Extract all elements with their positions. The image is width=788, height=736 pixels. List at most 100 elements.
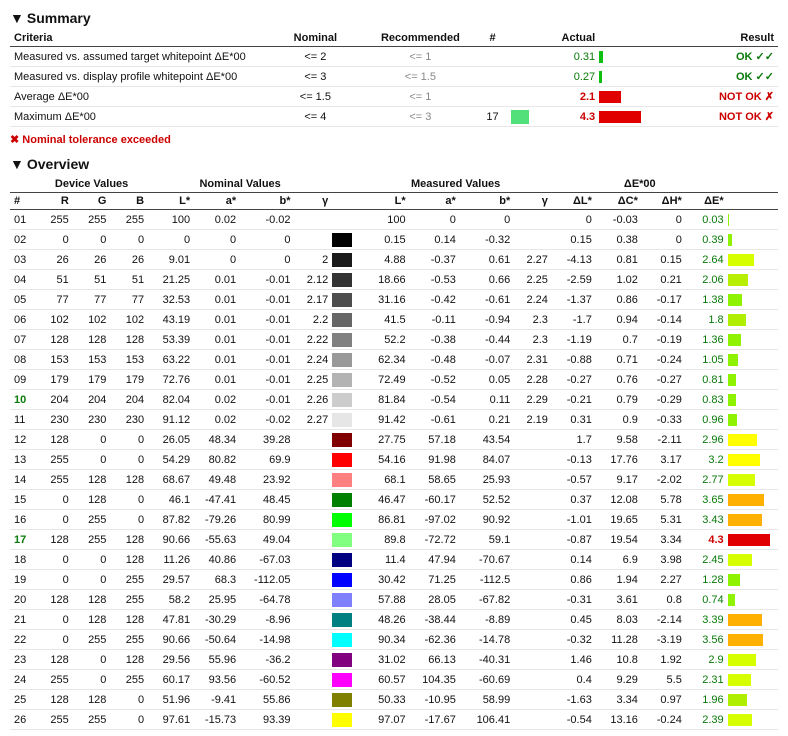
criteria-cell: Measured vs. assumed target whitepoint Δ… xyxy=(10,47,264,67)
cell-B: 128 xyxy=(110,470,148,490)
cell-R: 128 xyxy=(35,590,73,610)
overview-row: 012552552551000.02-0.02100000-0.0300.03 xyxy=(10,210,778,230)
cell-G: 128 xyxy=(73,690,111,710)
ov-col-8 xyxy=(332,193,359,210)
cell-dH: -0.27 xyxy=(642,370,686,390)
cell-na: 0.01 xyxy=(194,370,240,390)
cell-G: 255 xyxy=(73,710,111,730)
de-bar xyxy=(728,670,778,690)
cell-nL: 29.56 xyxy=(148,650,194,670)
cell-dC: 10.8 xyxy=(596,650,642,670)
cell-R: 0 xyxy=(35,550,73,570)
overview-row: 0451515121.250.01-0.012.1218.66-0.530.66… xyxy=(10,270,778,290)
summary-table: Criteria Nominal Recommended # Actual Re… xyxy=(10,30,778,127)
row-index: 21 xyxy=(10,610,35,630)
ov-col-6: b* xyxy=(240,193,294,210)
de-bar xyxy=(728,430,778,450)
cell-ng xyxy=(295,630,333,650)
cell-G: 0 xyxy=(73,650,111,670)
overview-heading[interactable]: ▼Overview xyxy=(10,156,778,172)
cell-dH: -0.17 xyxy=(642,290,686,310)
cell-dL: 0.14 xyxy=(552,550,596,570)
row-index: 24 xyxy=(10,670,35,690)
cell-dC: 19.65 xyxy=(596,510,642,530)
row-index: 20 xyxy=(10,590,35,610)
overview-row: 23128012829.5655.96-36.231.0266.13-40.31… xyxy=(10,650,778,670)
cell-dC: 9.17 xyxy=(596,470,642,490)
cell-R: 255 xyxy=(35,670,73,690)
cell-na: 0.01 xyxy=(194,270,240,290)
cell-dC: 0.86 xyxy=(596,290,642,310)
cell-mg xyxy=(514,490,552,510)
cell-dE: 2.9 xyxy=(686,650,728,670)
summary-heading[interactable]: ▼Summary xyxy=(10,10,778,26)
cell-R: 0 xyxy=(35,510,73,530)
cell-dE: 4.3 xyxy=(686,530,728,550)
cell-dH: 5.78 xyxy=(642,490,686,510)
cell-na: 0.02 xyxy=(194,410,240,430)
caret-down-icon: ▼ xyxy=(10,10,24,26)
cell-ma: 71.25 xyxy=(410,570,460,590)
cell-dE: 0.83 xyxy=(686,390,728,410)
cell-dH: -2.02 xyxy=(642,470,686,490)
cell-nb: -0.01 xyxy=(240,390,294,410)
cell-R: 230 xyxy=(35,410,73,430)
ov-col-9: L* xyxy=(359,193,409,210)
cell-B: 179 xyxy=(110,370,148,390)
cell-R: 0 xyxy=(35,610,73,630)
overview-row: 160255087.82-79.2680.9986.81-97.0290.92-… xyxy=(10,510,778,530)
cell-nL: 68.67 xyxy=(148,470,194,490)
row-index: 05 xyxy=(10,290,35,310)
row-index: 10 xyxy=(10,390,35,410)
cell-ma: 47.94 xyxy=(410,550,460,570)
row-index: 22 xyxy=(10,630,35,650)
cell-G: 0 xyxy=(73,570,111,590)
row-index: 09 xyxy=(10,370,35,390)
overview-row: 0917917917972.760.01-0.012.2572.49-0.520… xyxy=(10,370,778,390)
col-nominal: Nominal xyxy=(264,30,366,47)
cell-mL: 62.34 xyxy=(359,350,409,370)
cell-nb: -0.01 xyxy=(240,270,294,290)
cell-dL: -0.87 xyxy=(552,530,596,550)
color-swatch xyxy=(332,570,359,590)
nominal-cell: <= 1.5 xyxy=(264,87,366,107)
result-cell: NOT OK ✗ xyxy=(659,107,778,127)
de-bar xyxy=(728,650,778,670)
cell-ng: 2.17 xyxy=(295,290,333,310)
cell-na: 55.96 xyxy=(194,650,240,670)
row-index: 07 xyxy=(10,330,35,350)
cell-nb: -0.01 xyxy=(240,290,294,310)
cell-dH: -0.14 xyxy=(642,310,686,330)
result-cell: NOT OK ✗ xyxy=(659,87,778,107)
row-index: 06 xyxy=(10,310,35,330)
pre-swatch xyxy=(511,87,535,107)
cell-dC: 13.16 xyxy=(596,710,642,730)
overview-row: 121280026.0548.3439.2827.7557.1843.541.7… xyxy=(10,430,778,450)
de-bar xyxy=(728,370,778,390)
cell-nb: 69.9 xyxy=(240,450,294,470)
cell-ng: 2.25 xyxy=(295,370,333,390)
overview-row: 26255255097.61-15.7393.3997.07-17.67106.… xyxy=(10,710,778,730)
cell-R: 179 xyxy=(35,370,73,390)
cell-mg xyxy=(514,510,552,530)
de-bar xyxy=(728,630,778,650)
col-count: # xyxy=(474,30,511,47)
cell-na: -50.64 xyxy=(194,630,240,650)
cell-B: 51 xyxy=(110,270,148,290)
actual-bar xyxy=(599,87,659,107)
cell-ng xyxy=(295,510,333,530)
cell-G: 128 xyxy=(73,470,111,490)
cell-nL: 72.76 xyxy=(148,370,194,390)
cell-na: 48.34 xyxy=(194,430,240,450)
cell-dC: 11.28 xyxy=(596,630,642,650)
cell-ma: -0.37 xyxy=(410,250,460,270)
cell-mL: 81.84 xyxy=(359,390,409,410)
cell-ma: 91.98 xyxy=(410,450,460,470)
cell-mL: 60.57 xyxy=(359,670,409,690)
cell-dL: 1.7 xyxy=(552,430,596,450)
row-index: 02 xyxy=(10,230,35,250)
cell-B: 0 xyxy=(110,710,148,730)
cell-dE: 1.8 xyxy=(686,310,728,330)
de-bar xyxy=(728,570,778,590)
color-swatch xyxy=(332,690,359,710)
